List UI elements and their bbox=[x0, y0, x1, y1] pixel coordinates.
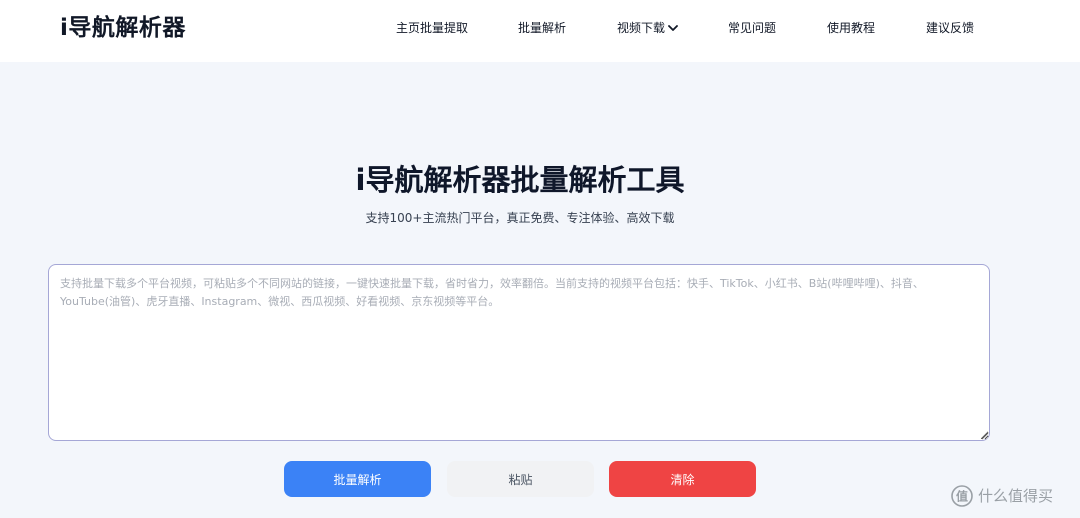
nav-item-homepage-batch-extract[interactable]: 主页批量提取 bbox=[396, 18, 468, 38]
nav-item-tutorial[interactable]: 使用教程 bbox=[827, 18, 875, 38]
batch-parse-button[interactable]: 批量解析 bbox=[284, 461, 431, 497]
nav-item-faq[interactable]: 常见问题 bbox=[728, 18, 776, 38]
links-input[interactable] bbox=[48, 264, 990, 441]
resize-grip-icon[interactable] bbox=[981, 432, 989, 440]
nav-item-video-download-label: 视频下载 bbox=[617, 21, 666, 35]
nav-item-batch-parse[interactable]: 批量解析 bbox=[518, 18, 566, 38]
svg-text:值: 值 bbox=[956, 488, 968, 503]
top-header: i导航解析器 主页批量提取 批量解析 视频下载 常见问题 使用教程 建议反馈 bbox=[0, 0, 1080, 62]
chevron-down-icon bbox=[668, 18, 678, 38]
nav-item-video-download[interactable]: 视频下载 bbox=[617, 18, 678, 39]
nav-item-feedback[interactable]: 建议反馈 bbox=[926, 18, 974, 38]
main-nav: 主页批量提取 批量解析 视频下载 常见问题 使用教程 建议反馈 bbox=[0, 18, 1080, 38]
page-subtitle: 支持100+主流热门平台，真正免费、专注体验、高效下载 bbox=[365, 211, 675, 225]
smzdm-logo-icon: 值 bbox=[951, 484, 973, 507]
watermark: 值什么值得买 bbox=[951, 484, 1053, 508]
paste-button[interactable]: 粘贴 bbox=[447, 461, 594, 497]
page-title: i导航解析器批量解析工具 bbox=[355, 163, 685, 197]
clear-button[interactable]: 清除 bbox=[609, 461, 756, 497]
watermark-text: 什么值得买 bbox=[978, 487, 1054, 505]
